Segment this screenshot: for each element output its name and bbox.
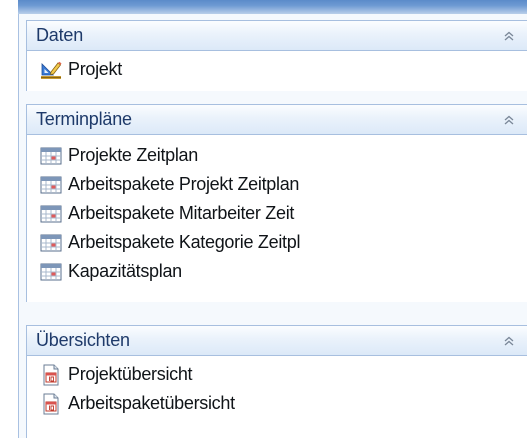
list-item-arbeitspakete-projekt-zeitplan[interactable]: Arbeitspakete Projekt Zeitplan [27,170,527,199]
list-item-label: Arbeitspaketübersicht [68,393,235,413]
project-icon [40,60,62,80]
group-title: Terminpläne [36,109,132,129]
chevron-up-icon[interactable] [501,28,517,44]
navigation-pane: Daten Projekt Terminpläne Projekte Zeitp… [0,0,527,438]
list-item-kapazitaetsplan[interactable]: Kapazitätsplan [27,257,527,286]
list-item-projekt[interactable]: Projekt [27,55,527,84]
group-header-daten[interactable]: Daten [26,20,527,51]
chevron-up-icon[interactable] [501,112,517,128]
group-uebersichten: Übersichten Projektübersicht Arbeitspake… [26,325,527,438]
list-item-label: Kapazitätsplan [68,261,182,281]
group-body-daten: Projekt [26,51,527,91]
list-item-arbeitspakete-mitarbeiter-zeit[interactable]: Arbeitspakete Mitarbeiter Zeit [27,199,527,228]
report-icon [40,364,62,385]
list-item-label: Projekt [68,59,122,79]
group-body-terminplaene: Projekte Zeitplan Arbeitspakete Projekt … [26,135,527,302]
list-item-arbeitspaketuebersicht[interactable]: Arbeitspaketübersicht [27,389,527,418]
calendar-grid-icon [40,233,62,253]
calendar-grid-icon [40,175,62,195]
group-title: Daten [36,25,84,45]
list-item-arbeitspakete-kategorie-zeitpl[interactable]: Arbeitspakete Kategorie Zeitpl [27,228,527,257]
pane-top-edge [18,0,527,14]
list-item-label: Arbeitspakete Kategorie Zeitpl [68,232,301,252]
group-header-uebersichten[interactable]: Übersichten [26,325,527,356]
group-daten: Daten Projekt [26,20,527,91]
group-body-uebersichten: Projektübersicht Arbeitspaketübersicht [26,356,527,438]
list-item-label: Projektübersicht [68,364,193,384]
calendar-grid-icon [40,204,62,224]
list-item-projekte-zeitplan[interactable]: Projekte Zeitplan [27,141,527,170]
list-item-label: Projekte Zeitplan [68,145,198,165]
group-terminplaene: Terminpläne Projekte Zeitplan Arbeitspak… [26,104,527,302]
chevron-up-icon[interactable] [501,333,517,349]
list-item-label: Arbeitspakete Projekt Zeitplan [68,174,300,194]
list-item-label: Arbeitspakete Mitarbeiter Zeit [68,203,295,223]
report-icon [40,393,62,414]
calendar-grid-icon [40,146,62,166]
calendar-grid-icon [40,262,62,282]
list-item-projektuebersicht[interactable]: Projektübersicht [27,360,527,389]
group-title: Übersichten [36,330,130,350]
group-header-terminplaene[interactable]: Terminpläne [26,104,527,135]
